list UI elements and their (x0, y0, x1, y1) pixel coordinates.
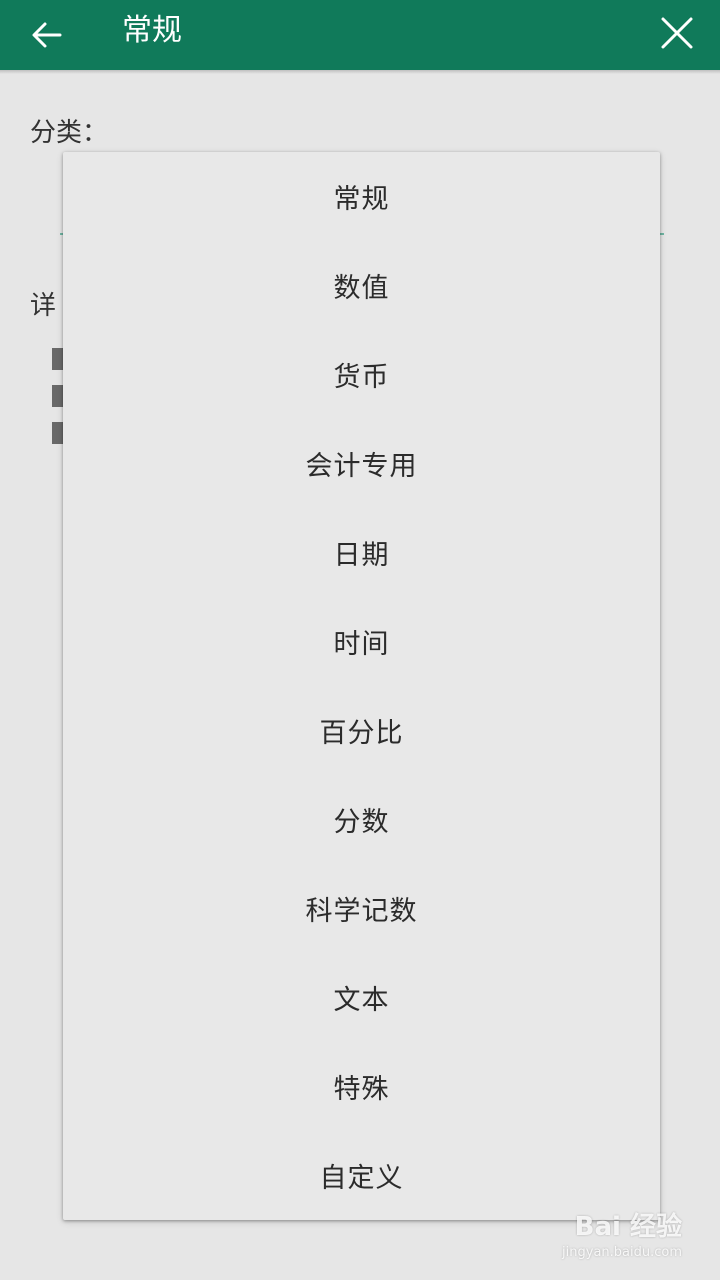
dropdown-item-time[interactable]: 时间 (63, 597, 660, 686)
dropdown-item-special[interactable]: 特殊 (63, 1042, 660, 1131)
dropdown-item-scientific[interactable]: 科学记数 (63, 864, 660, 953)
category-label: 分类： (30, 118, 109, 148)
category-dropdown-menu: 常规 数值 货币 会计专用 日期 时间 百分比 分数 科学记数 文本 特殊 自定… (63, 152, 660, 1220)
top-app-bar: 常规 (0, 0, 720, 70)
close-button[interactable] (652, 8, 702, 58)
dropdown-item-number[interactable]: 数值 (63, 241, 660, 330)
watermark-logo-text: Bai 经验 (574, 1212, 682, 1242)
details-label: 详 (30, 291, 57, 321)
dropdown-item-accounting[interactable]: 会计专用 (63, 419, 660, 508)
arrow-left-icon (32, 22, 62, 48)
appbar-shadow (0, 70, 720, 74)
page-title: 常规 (122, 13, 182, 48)
back-button[interactable] (22, 10, 72, 60)
dropdown-item-currency[interactable]: 货币 (63, 330, 660, 419)
baidu-jingyan-watermark: Bai 经验 jingyan.baidu.com (562, 1206, 682, 1260)
dropdown-item-general[interactable]: 常规 (63, 152, 660, 241)
close-icon (661, 17, 693, 49)
watermark-logo: Bai 经验 (562, 1206, 682, 1243)
dropdown-item-percentage[interactable]: 百分比 (63, 686, 660, 775)
dropdown-item-text[interactable]: 文本 (63, 953, 660, 1042)
dropdown-item-date[interactable]: 日期 (63, 508, 660, 597)
watermark-url: jingyan.baidu.com (562, 1245, 682, 1260)
screen: 常规 分类： 详 常规 数值 货币 会计专用 日期 时间 百分比 分数 科学记数… (0, 0, 720, 1280)
dropdown-item-fraction[interactable]: 分数 (63, 775, 660, 864)
